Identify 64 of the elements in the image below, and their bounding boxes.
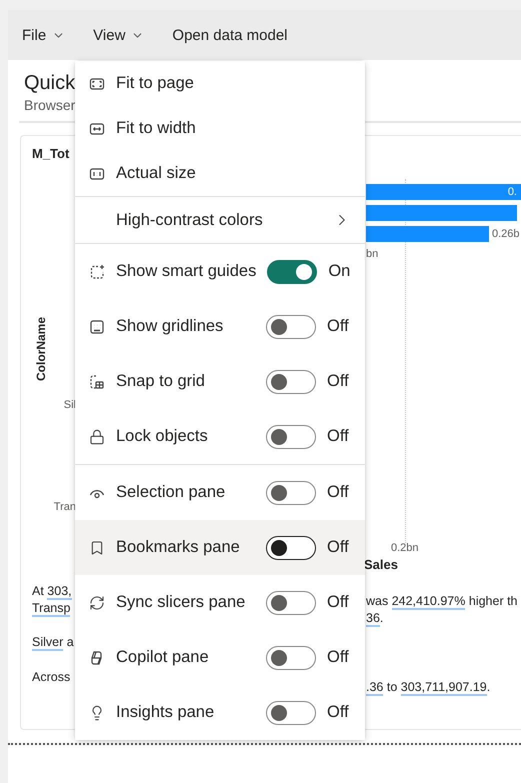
menu-item[interactable]: Bookmarks pane Off [75,520,365,575]
toggle-state-label: Off [327,648,350,667]
lock-icon [89,428,105,444]
value-link[interactable]: 242,410.97% [392,594,466,610]
toggle-switch[interactable] [266,370,316,394]
menu-item[interactable]: Sync slicers pane Off [75,575,365,630]
summary-text: At 303, [32,583,72,600]
menu-item[interactable]: Show smart guides On [75,244,365,299]
toggle-switch[interactable] [266,480,316,504]
value-link[interactable]: Transp [32,601,70,618]
page-subtitle: Browser [24,97,76,113]
toggle-state-label: Off [327,317,350,336]
toggle-switch[interactable] [266,646,316,670]
axis-tick-label: 0.2bn [390,542,419,554]
menu-item[interactable]: Lock objects Off [75,409,365,464]
snap-grid-icon [89,374,105,390]
axis-tick-label: bn [366,248,378,260]
smart-guides-icon [89,264,105,280]
toggle-state-label: Off [327,703,350,722]
toggle-switch[interactable] [267,260,318,284]
page-title: Quick [24,72,76,95]
toggle-state-label: Off [327,483,350,502]
menu-item[interactable]: Copilot pane Off [75,630,365,685]
toggle-switch[interactable] [266,314,316,338]
value-link[interactable]: Silver [32,635,64,652]
open-data-model-button[interactable]: Open data model [172,22,296,48]
menu-item[interactable]: Selection pane Off [75,465,365,520]
menu-item[interactable]: Actual size [75,151,365,196]
fit-page-icon [89,76,105,92]
summary-text: .36 to 303,711,907.19. [366,679,490,696]
toggle-state-label: Off [327,372,350,391]
summary-text: Across [32,669,70,686]
category-label: Sil [64,399,76,412]
menu-item[interactable]: Snap to grid Off [75,354,365,409]
menu-button[interactable]: View [93,22,152,48]
gridlines-icon [89,318,105,334]
menu-button[interactable]: File [22,22,74,48]
toggle-switch[interactable] [266,536,316,560]
summary-text: Silver a [32,634,74,652]
sync-icon [89,594,105,610]
axis-title: ColorName [34,317,48,382]
toggle-state-label: Off [327,593,350,612]
menu-item[interactable]: Fit to page [75,61,365,106]
toggle-switch[interactable] [266,700,316,724]
actual-size-icon [89,166,105,182]
value-link[interactable]: 303,711,907.19 [400,680,487,696]
category-label: Tran [54,501,76,514]
menu-item[interactable]: Fit to width [75,106,365,151]
toggle-state-label: Off [327,538,350,557]
bar-value-label: 0. [508,186,517,198]
menu-item[interactable]: Show gridlines Off [75,299,365,354]
toggle-switch[interactable] [266,590,316,614]
toggle-state-label: Off [327,427,350,446]
bookmark-icon [89,540,105,556]
fit-width-icon [89,120,105,136]
toggle-state-label: On [328,262,352,281]
summary-text: was 242,410.97% higher th [366,593,518,610]
bar-value-label: 0.26b [492,228,520,240]
toggle-switch[interactable] [266,424,316,448]
menu-item[interactable]: High-contrast colors [75,197,365,243]
menu-item[interactable]: Insights pane Off [75,685,365,740]
axis-title: Sales [364,557,398,572]
value-link[interactable]: 303, [47,584,72,600]
visual-title: M_Tot [32,146,70,161]
